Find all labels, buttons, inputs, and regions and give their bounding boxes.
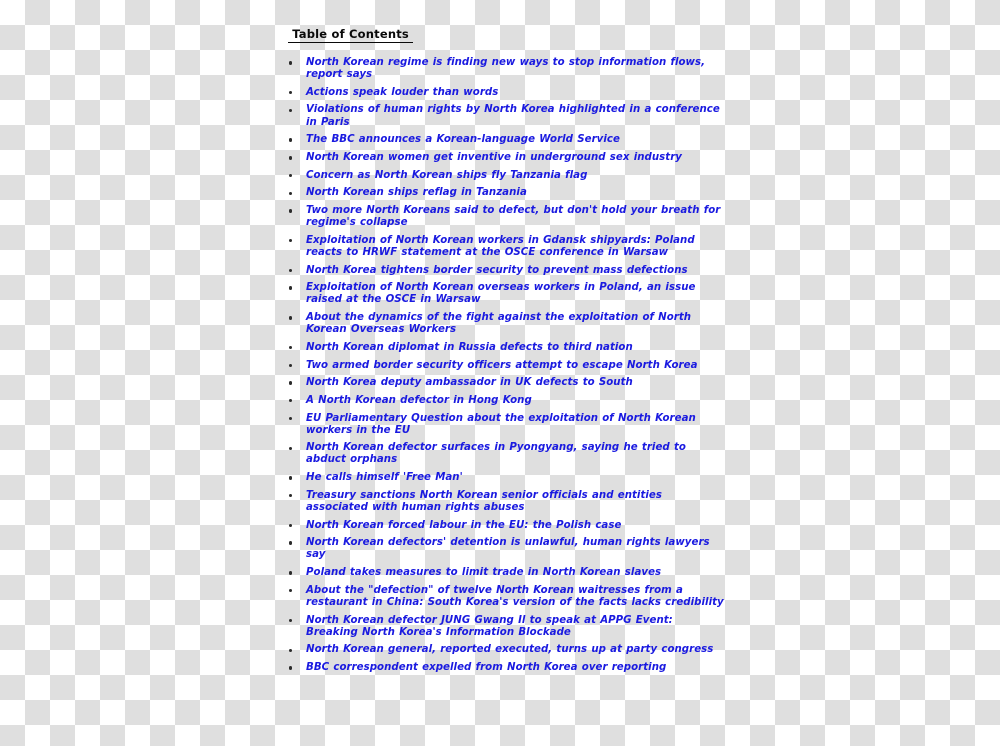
toc-item-link[interactable]: Treasury sanctions North Korean senior o… xyxy=(306,490,726,514)
bullet-icon xyxy=(289,541,293,545)
bullet-icon xyxy=(289,381,293,385)
toc-list-item[interactable]: Exploitation of North Korean workers in … xyxy=(286,235,726,259)
toc-list-item[interactable]: BBC correspondent expelled from North Ko… xyxy=(286,662,726,674)
toc-list-item[interactable]: Treasury sanctions North Korean senior o… xyxy=(286,490,726,514)
bullet-icon xyxy=(289,571,293,575)
toc-item-link[interactable]: North Korean defector JUNG Gwang Il to s… xyxy=(306,615,726,639)
toc-item-link[interactable]: North Korean diplomat in Russia defects … xyxy=(306,342,726,354)
bullet-icon xyxy=(289,173,293,178)
toc-item-link[interactable]: North Korean defector surfaces in Pyongy… xyxy=(306,442,726,466)
toc-list-item[interactable]: A North Korean defector in Hong Kong xyxy=(286,395,726,407)
bullet-icon xyxy=(289,476,293,480)
bullet-icon xyxy=(289,399,293,403)
toc-list-item[interactable]: The BBC announces a Korean-language Worl… xyxy=(286,134,726,146)
bullet-icon xyxy=(289,156,293,160)
toc-item-link[interactable]: North Korean forced labour in the EU: th… xyxy=(306,520,726,532)
bullet-icon xyxy=(289,363,293,368)
bullet-icon xyxy=(289,494,293,498)
toc-item-link[interactable]: A North Korean defector in Hong Kong xyxy=(306,395,726,407)
toc-item-link[interactable]: Poland takes measures to limit trade in … xyxy=(306,567,726,579)
toc-item-link[interactable]: Concern as North Korean ships fly Tanzan… xyxy=(306,170,726,182)
bullet-icon xyxy=(289,648,293,652)
toc-list-item[interactable]: Two more North Koreans said to defect, b… xyxy=(286,205,726,229)
toc-item-link[interactable]: Actions speak louder than words xyxy=(306,87,726,99)
page-title: Table of Contents xyxy=(288,27,414,43)
toc-list-item[interactable]: North Korea tightens border security to … xyxy=(286,265,726,277)
bullet-icon xyxy=(289,286,293,290)
toc-list-item[interactable]: He calls himself 'Free Man' xyxy=(286,472,726,484)
toc-item-link[interactable]: North Korean general, reported executed,… xyxy=(306,644,726,656)
toc-list-item[interactable]: Concern as North Korean ships fly Tanzan… xyxy=(286,170,726,182)
toc-item-link[interactable]: Two armed border security officers attem… xyxy=(306,360,726,372)
bullet-icon xyxy=(289,618,293,623)
bullet-icon xyxy=(289,523,293,528)
toc-item-link[interactable]: EU Parliamentary Question about the expl… xyxy=(306,413,726,437)
bullet-icon xyxy=(289,90,293,95)
toc-item-link[interactable]: North Korean ships reflag in Tanzania xyxy=(306,187,726,199)
toc-item-link[interactable]: North Korean defectors' detention is unl… xyxy=(306,537,726,561)
toc-list-item[interactable]: North Korean forced labour in the EU: th… xyxy=(286,520,726,532)
bullet-icon xyxy=(289,138,293,142)
toc-list-item[interactable]: North Korean defector JUNG Gwang Il to s… xyxy=(286,615,726,639)
bullet-icon xyxy=(289,316,293,320)
bullet-icon xyxy=(289,238,293,243)
bullet-icon xyxy=(289,588,293,593)
toc-list-item[interactable]: Actions speak louder than words xyxy=(286,87,726,99)
toc-item-link[interactable]: North Korean women get inventive in unde… xyxy=(306,152,726,164)
toc-list-item[interactable]: Violations of human rights by North Kore… xyxy=(286,104,726,128)
bullet-icon xyxy=(289,108,293,113)
toc-item-link[interactable]: North Korea tightens border security to … xyxy=(306,265,726,277)
bullet-icon xyxy=(289,416,293,421)
toc-item-link[interactable]: The BBC announces a Korean-language Worl… xyxy=(306,134,726,146)
toc-item-link[interactable]: Violations of human rights by North Kore… xyxy=(306,104,726,128)
toc-item-link[interactable]: Exploitation of North Korean overseas wo… xyxy=(306,282,726,306)
bullet-icon xyxy=(289,446,293,450)
toc-item-link[interactable]: Exploitation of North Korean workers in … xyxy=(306,235,726,259)
toc-list-item[interactable]: North Korean defectors' detention is unl… xyxy=(286,537,726,561)
toc-list-item[interactable]: North Korean regime is finding new ways … xyxy=(286,57,726,81)
toc-list-item[interactable]: North Korean ships reflag in Tanzania xyxy=(286,187,726,199)
toc-list-item[interactable]: Two armed border security officers attem… xyxy=(286,360,726,372)
toc-list-item[interactable]: About the "defection" of twelve North Ko… xyxy=(286,585,726,609)
toc-list-item[interactable]: North Korean general, reported executed,… xyxy=(286,644,726,656)
bullet-icon xyxy=(289,61,293,65)
toc-list-item[interactable]: North Korean women get inventive in unde… xyxy=(286,152,726,164)
toc-list-item[interactable]: EU Parliamentary Question about the expl… xyxy=(286,413,726,437)
toc-list-item[interactable]: North Korea deputy ambassador in UK defe… xyxy=(286,377,726,389)
toc-item-link[interactable]: About the "defection" of twelve North Ko… xyxy=(306,585,726,609)
bullet-icon xyxy=(289,268,293,273)
toc-item-link[interactable]: North Korea deputy ambassador in UK defe… xyxy=(306,377,726,389)
toc-list-item[interactable]: North Korean defector surfaces in Pyongy… xyxy=(286,442,726,466)
toc-item-link[interactable]: About the dynamics of the fight against … xyxy=(306,312,726,336)
bullet-icon xyxy=(289,209,293,213)
bullet-icon xyxy=(289,346,293,350)
bullet-icon xyxy=(289,666,293,670)
toc-item-link[interactable]: North Korean regime is finding new ways … xyxy=(306,57,726,81)
toc-item-link[interactable]: BBC correspondent expelled from North Ko… xyxy=(306,662,726,674)
toc-list-item[interactable]: Exploitation of North Korean overseas wo… xyxy=(286,282,726,306)
toc-list-item[interactable]: About the dynamics of the fight against … xyxy=(286,312,726,336)
toc-item-link[interactable]: Two more North Koreans said to defect, b… xyxy=(306,205,726,229)
toc-item-link[interactable]: He calls himself 'Free Man' xyxy=(306,472,726,484)
document-page: Table of Contents North Korean regime is… xyxy=(0,0,1000,746)
table-of-contents-list: North Korean regime is finding new ways … xyxy=(286,57,726,680)
toc-list-item[interactable]: North Korean diplomat in Russia defects … xyxy=(286,342,726,354)
toc-list-item[interactable]: Poland takes measures to limit trade in … xyxy=(286,567,726,579)
bullet-icon xyxy=(289,191,293,195)
